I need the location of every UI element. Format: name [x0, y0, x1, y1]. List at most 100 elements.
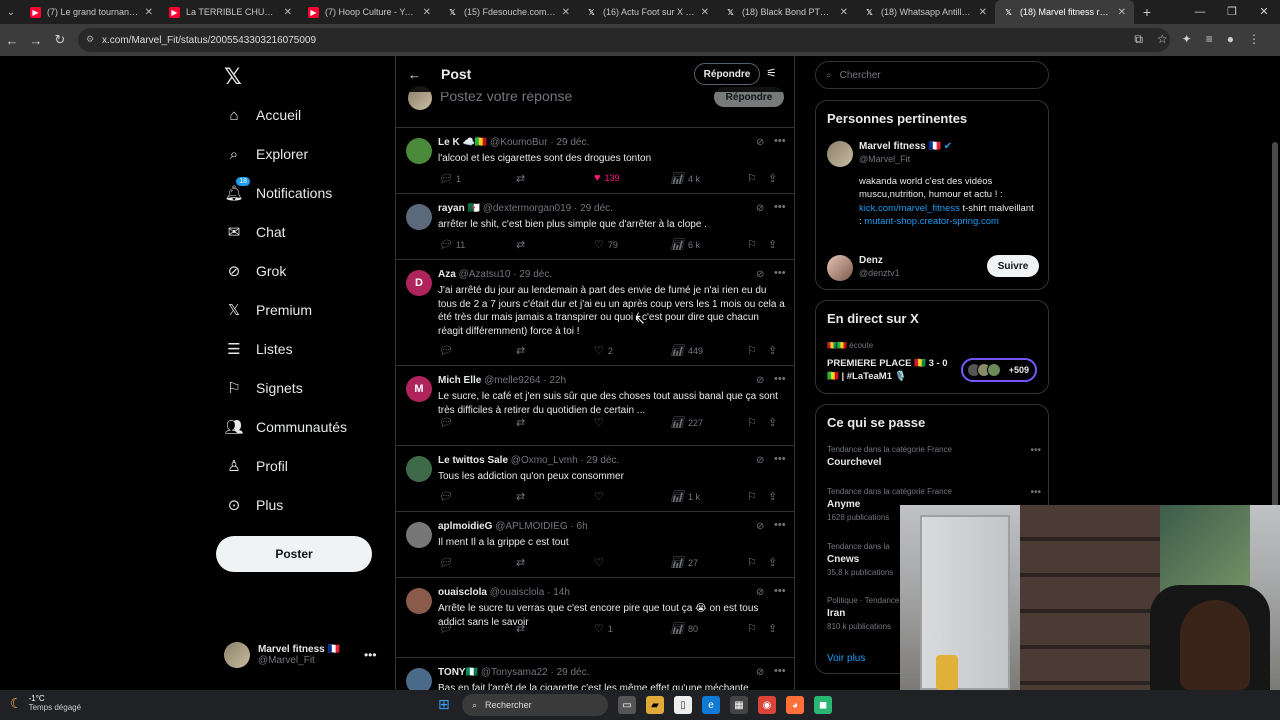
nav-item-accueil[interactable]: ⌂ Accueil [224, 102, 301, 128]
views-action[interactable]: 📊︎ 80 [670, 622, 698, 635]
file-explorer-icon[interactable]: ▰ [646, 696, 664, 714]
avatar[interactable] [406, 522, 432, 548]
more-dots-icon[interactable]: ••• [774, 585, 786, 597]
more-dots-icon[interactable]: ••• [774, 519, 786, 531]
nav-item-listes[interactable]: ☰ Listes [224, 336, 292, 362]
tweet[interactable]: M Mich Elle @melle9264 · 22h ⊘ ••• Le sucre,… [396, 366, 794, 446]
close-tab-icon[interactable]: ✕ [145, 7, 153, 18]
avatar[interactable] [406, 204, 432, 230]
grok-icon[interactable]: ⊘ [756, 667, 764, 678]
reply-action[interactable]: 💬︎ [438, 416, 456, 429]
more-dots-icon[interactable]: ••• [774, 267, 786, 279]
taskbar-search[interactable]: ⌕ Rechercher [462, 694, 608, 716]
like-action[interactable]: ♡ [594, 490, 608, 503]
grok-icon[interactable]: ⊘ [756, 137, 764, 148]
avatar[interactable] [406, 668, 432, 690]
forward-icon[interactable]: → [24, 33, 48, 48]
tab-search-icon[interactable]: ⌄ [0, 0, 22, 24]
browser-tab-active[interactable]: 𝕏(18) Marvel fitness re sur...✕ [995, 0, 1134, 24]
share-action[interactable]: ⇪ [768, 172, 781, 185]
close-tab-icon[interactable]: ✕ [979, 7, 987, 18]
reply-action[interactable]: 💬︎ 11 [438, 238, 465, 251]
nav-item-premium[interactable]: 𝕏 Premium [224, 297, 312, 323]
nav-item-communautes[interactable]: 👥︎ Communautés [224, 414, 347, 440]
browser-tab[interactable]: 𝕏(18) Whatsapp Antillaise...✕ [856, 0, 995, 24]
show-more-link[interactable]: Voir plus [827, 653, 865, 664]
nav-item-signets[interactable]: ⚐ Signets [224, 375, 302, 401]
close-tab-icon[interactable]: ✕ [840, 7, 848, 18]
views-action[interactable]: 📊︎ 27 [670, 556, 698, 569]
grok-icon[interactable]: ⊘ [756, 587, 764, 598]
nav-item-explorer[interactable]: ⌕ Explorer [224, 141, 308, 167]
nav-item-notifications[interactable]: 🔔︎ 18 Notifications [224, 177, 332, 206]
reply-action[interactable]: 💬︎ [438, 344, 456, 357]
edge-icon[interactable]: e [702, 696, 720, 714]
like-action[interactable]: ♡ 2 [594, 344, 613, 357]
more-dots-icon[interactable]: ••• [774, 201, 786, 213]
live-space-title[interactable]: PREMIERE PLACE 🇬🇳 3 - 0 🇲🇱 | #LaTeaM1 🎙️ [827, 357, 957, 383]
close-tab-icon[interactable]: ✕ [562, 7, 570, 18]
back-arrow-icon[interactable]: ← [408, 67, 421, 82]
reload-icon[interactable]: ↻ [48, 32, 72, 48]
reply-action[interactable]: 💬︎ [438, 556, 456, 569]
firefox-icon[interactable]: ◕ [786, 696, 804, 714]
more-dots-icon[interactable]: ••• [774, 373, 786, 385]
tweet-author-name[interactable]: TONY🇳🇬 [438, 667, 478, 678]
extensions-icon[interactable]: ✦ [1182, 32, 1192, 47]
close-window-icon[interactable]: ✕ [1248, 0, 1280, 24]
nav-item-chat[interactable]: ✉ Chat [224, 219, 286, 245]
repost-action[interactable]: ⇄ [516, 556, 529, 569]
tweet[interactable]: ouaisclola @ouaisclola · 14h ⊘ ••• Arrête l… [396, 578, 794, 658]
share-action[interactable]: ⇪ [768, 344, 781, 357]
grok-icon[interactable]: ⊘ [756, 203, 764, 214]
menu-icon[interactable]: ⋮ [1248, 32, 1260, 47]
avatar[interactable]: D [406, 270, 432, 296]
profile-icon[interactable]: ● [1227, 32, 1234, 47]
like-action[interactable]: ♡ [594, 556, 608, 569]
grok-icon[interactable]: ⊘ [756, 375, 764, 386]
search-input[interactable]: ⌕ Chercher [815, 61, 1049, 89]
restore-icon[interactable]: ❐ [1216, 0, 1248, 24]
close-tab-icon[interactable]: ✕ [284, 7, 292, 18]
chrome-icon[interactable]: ◉ [758, 696, 776, 714]
tweet-author-name[interactable]: aplmoidieG [438, 521, 492, 532]
more-dots-icon[interactable]: ••• [774, 135, 786, 147]
repost-action[interactable]: ⇄ [516, 344, 529, 357]
trend-item[interactable]: Tendance dans la catégorie France Courch… [827, 445, 1041, 468]
like-action[interactable]: ♡ 1 [594, 622, 613, 635]
views-action[interactable]: 📊︎ 6 k [670, 238, 700, 251]
cast-icon[interactable]: ⧉ [1134, 32, 1143, 47]
minimize-icon[interactable]: — [1184, 0, 1216, 24]
browser-tab[interactable]: ▶La TERRIBLE CHUTE de Ch...✕ [161, 0, 300, 24]
grok-icon[interactable]: ⊘ [756, 269, 764, 280]
filter-icon[interactable]: ⚟ [766, 66, 777, 80]
nav-item-profil[interactable]: ♙ Profil [224, 453, 288, 479]
views-action[interactable]: 📊︎ 449 [670, 344, 703, 357]
browser-tab[interactable]: ▶(7) Le grand tournant de l'...✕ [22, 0, 161, 24]
reply-action[interactable]: 💬︎ 1 [438, 172, 461, 185]
browser-tab[interactable]: 𝕏(15) Fdesouche.com est ur...✕ [439, 0, 578, 24]
post-button[interactable]: Poster [216, 536, 372, 572]
account-switcher[interactable]: Marvel fitness 🇫🇷 @Marvel_Fit ••• [224, 642, 377, 668]
tweet[interactable]: Le K ☁️🇲🇱 @KoumoBur · 29 déc. ⊘ ••• l'alcoo… [396, 128, 794, 194]
reply-action[interactable]: 💬︎ [438, 622, 456, 635]
share-action[interactable]: ⇪ [768, 238, 781, 251]
avatar[interactable] [406, 456, 432, 482]
tweet-author-name[interactable]: Le K ☁️🇲🇱 [438, 137, 487, 148]
views-action[interactable]: 📊︎ 227 [670, 416, 703, 429]
nav-item-grok[interactable]: ⊘ Grok [224, 258, 287, 284]
close-tab-icon[interactable]: ✕ [701, 7, 709, 18]
views-action[interactable]: 📊︎ 4 k [670, 172, 700, 185]
tweet-author-name[interactable]: Mich Elle [438, 375, 481, 386]
bio-link[interactable]: mutant-shop.creator-spring.com [864, 216, 999, 227]
grok-icon[interactable]: ⊘ [756, 455, 764, 466]
share-action[interactable]: ⇪ [768, 416, 781, 429]
browser-tab[interactable]: 𝕏 (16) Actu Foot sur X : "... ✕ [578, 0, 717, 24]
weather-widget[interactable]: ☾ -1°C Temps dégagé [10, 694, 81, 712]
grok-icon[interactable]: ⊘ [756, 521, 764, 532]
document-icon[interactable]: ▯ [674, 696, 692, 714]
tweet[interactable]: rayan 🇩🇿 @dextermorgan019 · 29 déc. ⊘ ••• a… [396, 194, 794, 260]
follow-button[interactable]: Suivre [987, 255, 1039, 277]
like-action[interactable]: ♥ 139 [594, 172, 620, 184]
like-action[interactable]: ♡ 79 [594, 238, 618, 251]
